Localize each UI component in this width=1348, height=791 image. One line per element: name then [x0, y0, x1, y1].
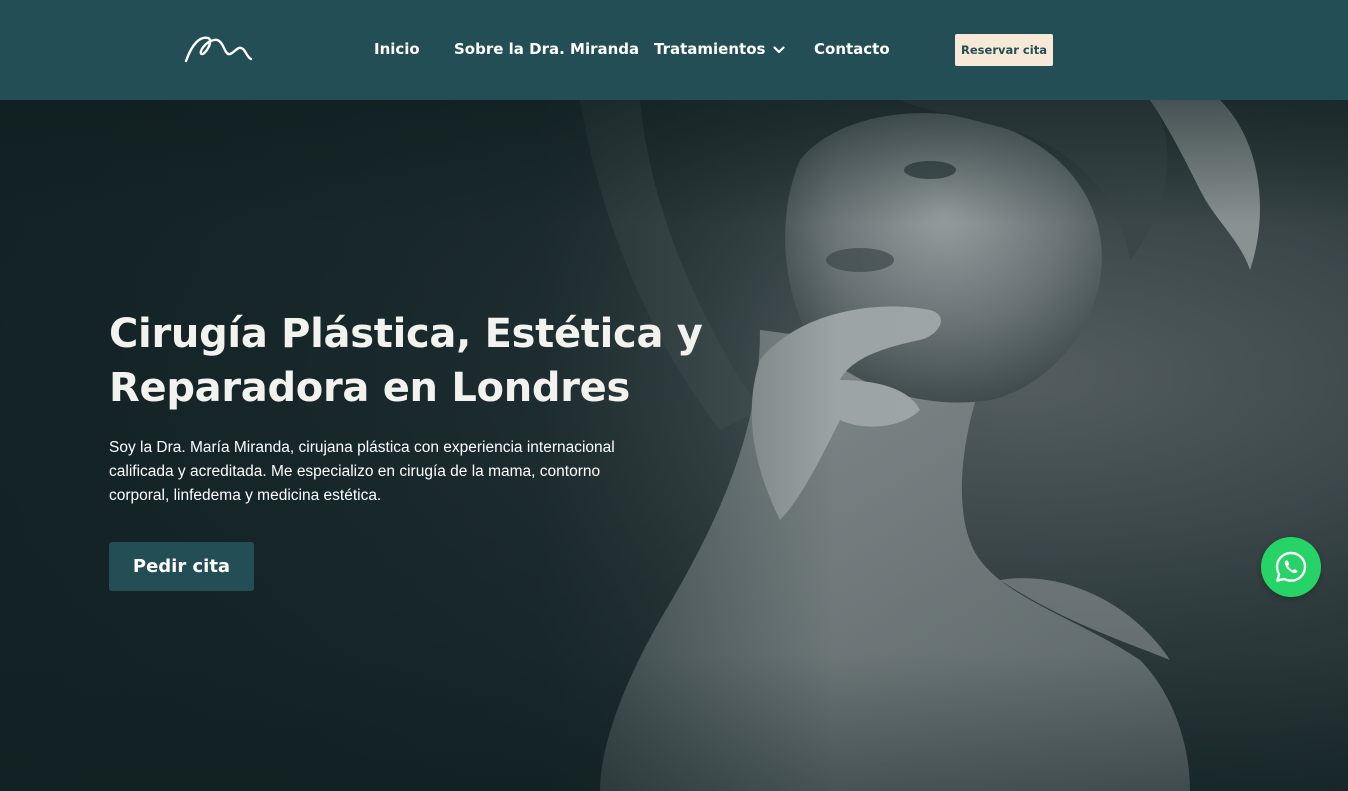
- hero-description: Soy la Dra. María Miranda, cirujana plás…: [109, 439, 615, 504]
- nav-tratamientos[interactable]: Tratamientos: [654, 38, 786, 60]
- whatsapp-button[interactable]: [1261, 537, 1321, 597]
- site-header: Inicio Sobre la Dra. Miranda Tratamiento…: [0, 0, 1348, 100]
- reservar-cita-button[interactable]: Reservar cita: [955, 34, 1053, 66]
- nav-tratamientos-label: Tratamientos: [654, 40, 766, 58]
- nav-contacto[interactable]: Contacto: [814, 38, 890, 60]
- chevron-down-icon: [773, 45, 786, 53]
- nav-inicio[interactable]: Inicio: [374, 38, 420, 60]
- hero-title: Cirugía Plástica, Estética y Reparadora …: [109, 311, 703, 411]
- whatsapp-icon: [1275, 551, 1307, 582]
- pedir-cita-button[interactable]: Pedir cita: [109, 542, 254, 591]
- hero-section: Cirugía Plástica, Estética y Reparadora …: [0, 100, 1348, 791]
- nav-sobre-dra-miranda[interactable]: Sobre la Dra. Miranda: [454, 38, 639, 60]
- signature-logo-icon[interactable]: [184, 30, 254, 66]
